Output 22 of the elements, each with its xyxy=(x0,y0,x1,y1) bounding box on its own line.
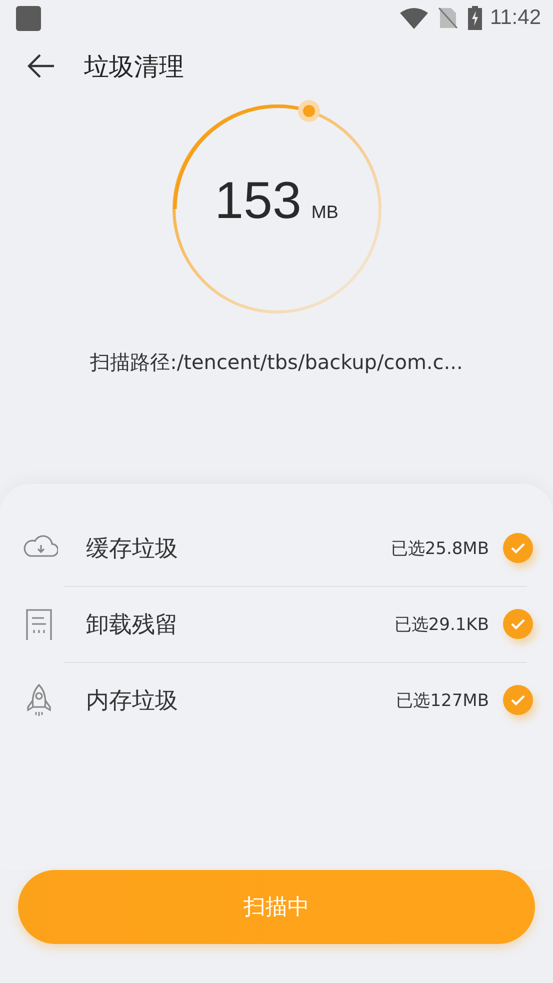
scan-button[interactable]: 扫描中 xyxy=(18,870,535,944)
selected-size: 已选25.8MB xyxy=(390,538,489,560)
selected-size: 已选29.1KB xyxy=(394,614,489,636)
scan-amount: 153 xyxy=(214,171,302,231)
battery-icon xyxy=(468,6,482,30)
selected-size: 已选127MB xyxy=(396,690,489,712)
clock: 11:42 xyxy=(490,6,541,30)
wifi-icon xyxy=(400,7,428,29)
category-name: 内存垃圾 xyxy=(86,686,179,716)
category-name: 卸载残留 xyxy=(86,610,179,640)
no-sim-icon xyxy=(438,7,458,29)
category-name: 缓存垃圾 xyxy=(86,534,179,564)
notification-icon xyxy=(16,6,41,30)
checkmark-icon xyxy=(510,618,526,630)
checkbox[interactable] xyxy=(503,533,533,563)
checkbox[interactable] xyxy=(503,609,533,639)
checkbox[interactable] xyxy=(503,685,533,715)
amount-unit: MB xyxy=(311,202,338,223)
page-title: 垃圾清理 xyxy=(84,50,184,82)
checkmark-icon xyxy=(510,542,526,554)
checkmark-icon xyxy=(510,694,526,706)
scan-path: 扫描路径:/tencent/tbs/backup/com.c... xyxy=(90,349,463,376)
